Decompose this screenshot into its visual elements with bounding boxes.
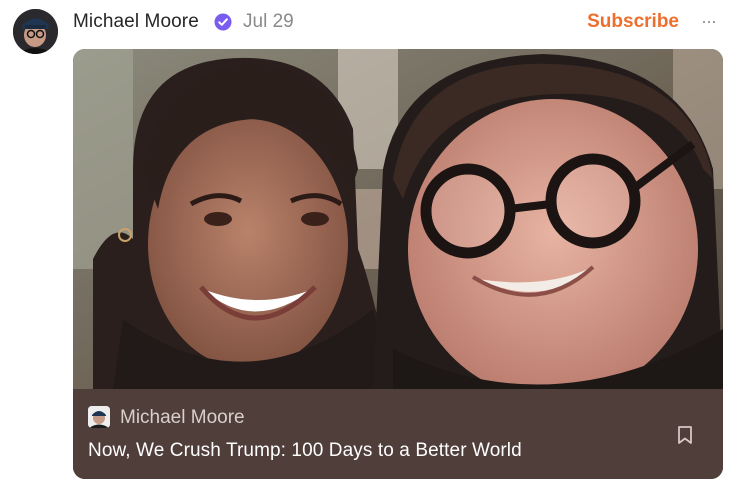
publication-name[interactable]: Michael Moore (120, 406, 245, 430)
post-card[interactable]: Michael Moore Now, We Crush Trump: 100 D… (73, 49, 723, 479)
bookmark-icon[interactable] (676, 425, 694, 445)
post-photo (73, 49, 723, 389)
verified-badge-icon (214, 13, 232, 31)
post-date: Jul 29 (243, 11, 294, 32)
subscribe-button[interactable]: Subscribe (587, 10, 679, 34)
more-options-button[interactable]: ··· (701, 10, 721, 34)
post-title[interactable]: Now, We Crush Trump: 100 Days to a Bette… (88, 439, 522, 463)
card-footer: Michael Moore Now, We Crush Trump: 100 D… (73, 389, 723, 479)
avatar-image (13, 9, 58, 54)
author-name[interactable]: Michael Moore (73, 10, 199, 34)
author-avatar[interactable] (13, 9, 58, 54)
publication-logo-icon (88, 406, 110, 428)
publication-logo (88, 406, 110, 428)
